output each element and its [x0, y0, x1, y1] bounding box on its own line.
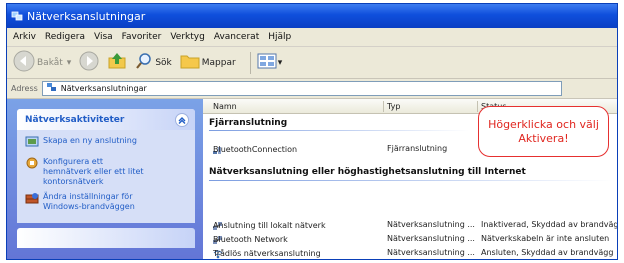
menu-favoriter[interactable]: Favoriter	[122, 32, 162, 42]
window-title: Nätverksanslutningar	[27, 9, 146, 23]
column-divider[interactable]	[383, 101, 384, 112]
views-dropdown-icon[interactable]: ▾	[278, 58, 283, 68]
callout-line-2: Aktivera!	[518, 131, 569, 145]
search-button[interactable]: Sök	[135, 52, 172, 73]
address-field[interactable]: Nätverksanslutningar	[41, 81, 562, 96]
toolbar-separator	[249, 51, 251, 74]
network-tasks-title: Nätverksaktiviteter	[25, 114, 125, 125]
group-divider	[209, 180, 613, 181]
task-create-connection-label: Skapa en ny anslutning	[43, 136, 137, 145]
network-tasks-panel: Nätverksaktiviteter Skapa en ny anslutni…	[17, 109, 195, 223]
list-item[interactable]: Bluetooth Network Nätverksanslutning ...…	[203, 233, 617, 245]
other-places-panel-header[interactable]	[17, 228, 195, 248]
up-folder-icon	[107, 51, 127, 74]
network-connections-icon	[11, 10, 23, 22]
forward-button[interactable]	[79, 51, 99, 74]
group-divider	[209, 130, 469, 131]
search-icon	[135, 52, 153, 73]
menu-redigera[interactable]: Redigera	[45, 32, 85, 42]
task-home-network[interactable]: Konfigurera ett hemnätverk eller ett lit…	[25, 157, 191, 187]
new-connection-icon	[25, 136, 39, 152]
collapse-chevron-icon[interactable]	[175, 112, 189, 127]
back-arrow-icon	[13, 50, 35, 75]
menu-visa[interactable]: Visa	[94, 32, 113, 42]
connection-status: Inaktiverad, Skyddad av brandvägg	[481, 220, 618, 229]
task-firewall-label: Ändra inställningar för Windows-brandväg…	[43, 192, 135, 211]
instruction-callout: Högerklicka och välj Aktivera!	[478, 106, 609, 157]
firewall-icon	[25, 192, 39, 208]
back-button[interactable]: Bakåt ▾	[13, 50, 71, 75]
folders-icon	[180, 52, 200, 73]
group-dialup: Fjärranslutning	[209, 118, 288, 128]
toolbar: Bakåt ▾ Sök Mappar ▾	[7, 47, 617, 79]
task-create-connection[interactable]: Skapa en ny anslutning	[25, 136, 191, 152]
connection-type: Nätverksanslutning ...	[387, 220, 475, 229]
task-home-network-label: Konfigurera ett hemnätverk eller ett lit…	[43, 157, 144, 186]
views-button[interactable]: ▾	[257, 52, 283, 73]
address-bar: Adress Nätverksanslutningar	[7, 79, 617, 99]
group-lan: Nätverksanslutning eller höghastighetsan…	[209, 167, 526, 177]
list-item[interactable]: Trådlös nätverksanslutning Nätverksanslu…	[203, 247, 617, 259]
task-firewall[interactable]: Ändra inställningar för Windows-brandväg…	[25, 192, 191, 212]
address-value: Nätverksanslutningar	[60, 84, 147, 93]
title-bar[interactable]: Nätverksanslutningar	[7, 4, 617, 28]
menu-arkiv[interactable]: Arkiv	[13, 32, 36, 42]
network-connections-icon	[46, 82, 57, 95]
connection-type: Nätverksanslutning ...	[387, 248, 475, 257]
up-folder-button[interactable]	[107, 51, 127, 74]
callout-line-1: Högerklicka och välj	[488, 117, 599, 131]
task-pane: Nätverksaktiviteter Skapa en ny anslutni…	[7, 99, 203, 259]
back-dropdown-icon[interactable]: ▾	[67, 58, 72, 68]
connection-status: Ansluten, Skyddad av brandvägg	[481, 248, 614, 257]
menu-bar: Arkiv Redigera Visa Favoriter Verktyg Av…	[7, 28, 617, 47]
column-type[interactable]: Typ	[387, 102, 400, 111]
back-label: Bakåt	[37, 57, 63, 68]
home-network-icon	[25, 157, 39, 173]
menu-hjalp[interactable]: Hjälp	[268, 32, 291, 42]
column-divider[interactable]	[477, 101, 478, 112]
connection-type: Fjärranslutning	[387, 144, 448, 153]
search-label: Sök	[155, 57, 172, 68]
explorer-window: Nätverksanslutningar Arkiv Redigera Visa…	[6, 3, 618, 260]
column-name[interactable]: Namn	[213, 102, 237, 111]
address-label: Adress	[11, 84, 38, 93]
task-list: Skapa en ny anslutning Konfigurera ett h…	[17, 130, 195, 223]
connection-type: Nätverksanslutning ...	[387, 234, 475, 243]
network-tasks-header[interactable]: Nätverksaktiviteter	[17, 109, 195, 130]
folders-button[interactable]: Mappar	[180, 52, 236, 73]
folders-label: Mappar	[201, 57, 236, 68]
views-icon	[257, 52, 277, 73]
list-item[interactable]: Anslutning till lokalt nätverk Nätverksa…	[203, 219, 618, 231]
details-view: Namn Typ Status Fjärranslutning Bluetoot…	[203, 99, 618, 259]
menu-verktyg[interactable]: Verktyg	[170, 32, 204, 42]
forward-arrow-icon	[79, 51, 99, 74]
connection-status: Nätverkskabeln är inte ansluten	[481, 234, 610, 243]
menu-avancerat[interactable]: Avancerat	[214, 32, 259, 42]
